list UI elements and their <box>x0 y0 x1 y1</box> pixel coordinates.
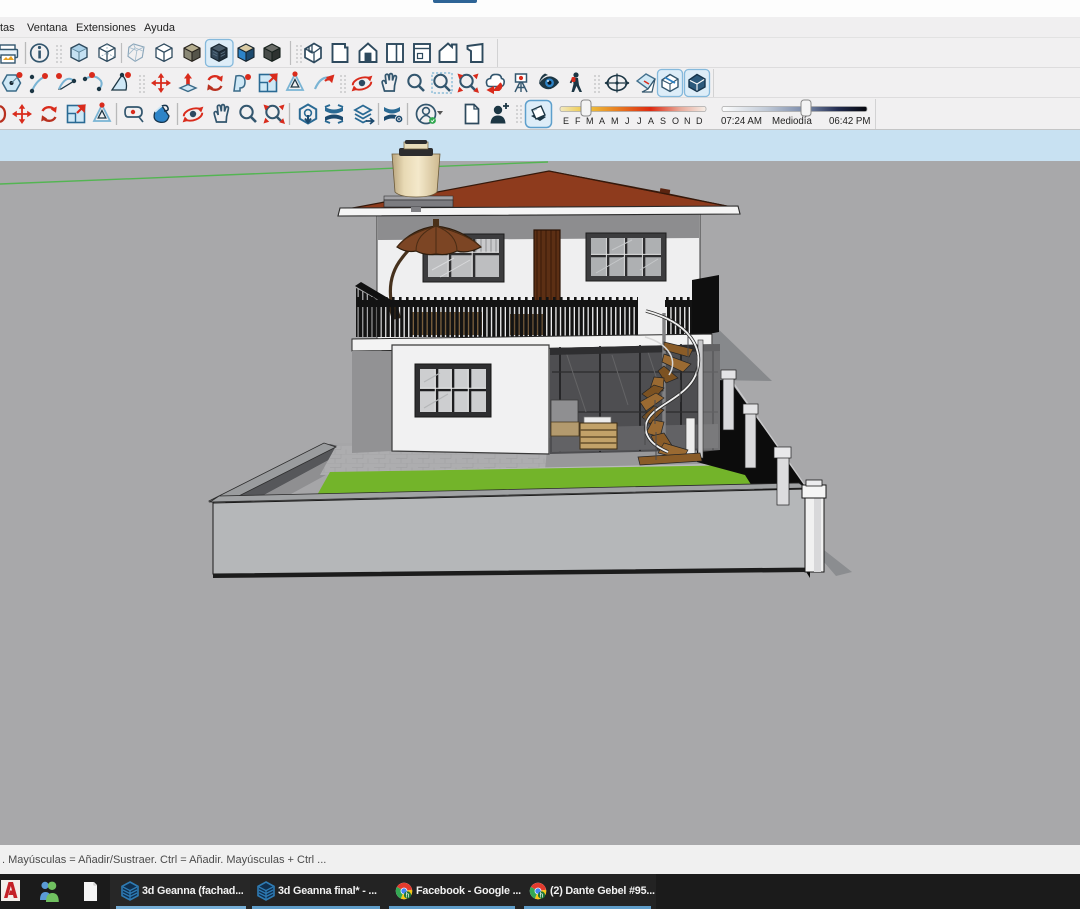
svg-text:F: F <box>575 116 581 126</box>
svg-text:M: M <box>586 116 594 126</box>
svg-text:E: E <box>563 116 569 126</box>
svg-text:A: A <box>599 116 605 126</box>
svg-text:Mediodía: Mediodía <box>772 116 812 127</box>
svg-text:N: N <box>684 116 691 126</box>
svg-text:J: J <box>637 116 642 126</box>
svg-text:07:24 AM: 07:24 AM <box>721 116 762 127</box>
svg-text:S: S <box>660 116 666 126</box>
svg-text:J: J <box>625 116 630 126</box>
svg-text:06:42 PM: 06:42 PM <box>829 116 870 127</box>
svg-text:M: M <box>611 116 619 126</box>
svg-text:D: D <box>696 116 703 126</box>
svg-text:A: A <box>648 116 654 126</box>
svg-text:O: O <box>672 116 679 126</box>
